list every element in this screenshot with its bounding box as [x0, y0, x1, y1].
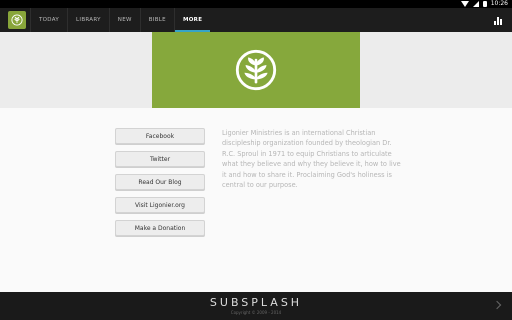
tab-new[interactable]: NEW: [108, 8, 140, 32]
app-bar: TODAY LIBRARY NEW BIBLE MORE: [0, 8, 512, 32]
bar-chart-bar: [500, 19, 502, 25]
tab-today[interactable]: TODAY: [30, 8, 67, 32]
bar-chart-bar: [497, 17, 499, 25]
signal-icon: [472, 1, 479, 7]
twitter-button[interactable]: Twitter: [115, 151, 205, 167]
ligonier-logo-glyph: [11, 14, 23, 26]
status-time: 10:26: [490, 0, 508, 7]
bar-chart-icon[interactable]: [494, 15, 504, 25]
read-blog-button[interactable]: Read Our Blog: [115, 174, 205, 190]
facebook-button[interactable]: Facebook: [115, 128, 205, 144]
about-text: Ligonier Ministries is an international …: [222, 129, 401, 190]
battery-icon: [482, 1, 487, 7]
status-bar: 10:26: [0, 0, 512, 8]
donation-button[interactable]: Make a Donation: [115, 220, 205, 236]
footer: SUBSPLASH Copyright © 2009 - 2014: [0, 292, 512, 320]
subsplash-brand[interactable]: SUBSPLASH: [0, 296, 512, 309]
visit-website-button[interactable]: Visit Ligonier.org: [115, 197, 205, 213]
tab-library[interactable]: LIBRARY: [67, 8, 109, 32]
copyright-text: Copyright © 2009 - 2014: [230, 310, 282, 315]
header-banner: [152, 32, 360, 108]
ligonier-logo-icon[interactable]: [8, 11, 26, 29]
bar-chart-bar: [494, 21, 496, 25]
tab-bible[interactable]: BIBLE: [139, 8, 174, 32]
tab-more[interactable]: MORE: [173, 8, 211, 32]
wifi-icon: [460, 1, 469, 7]
link-buttons: Facebook Twitter Read Our Blog Visit Lig…: [115, 128, 205, 236]
status-icons: 10:26: [460, 0, 508, 8]
ligonier-tree-icon: [235, 49, 277, 91]
nav-tabs: TODAY LIBRARY NEW BIBLE MORE: [30, 8, 211, 32]
more-content: Facebook Twitter Read Our Blog Visit Lig…: [0, 108, 512, 292]
